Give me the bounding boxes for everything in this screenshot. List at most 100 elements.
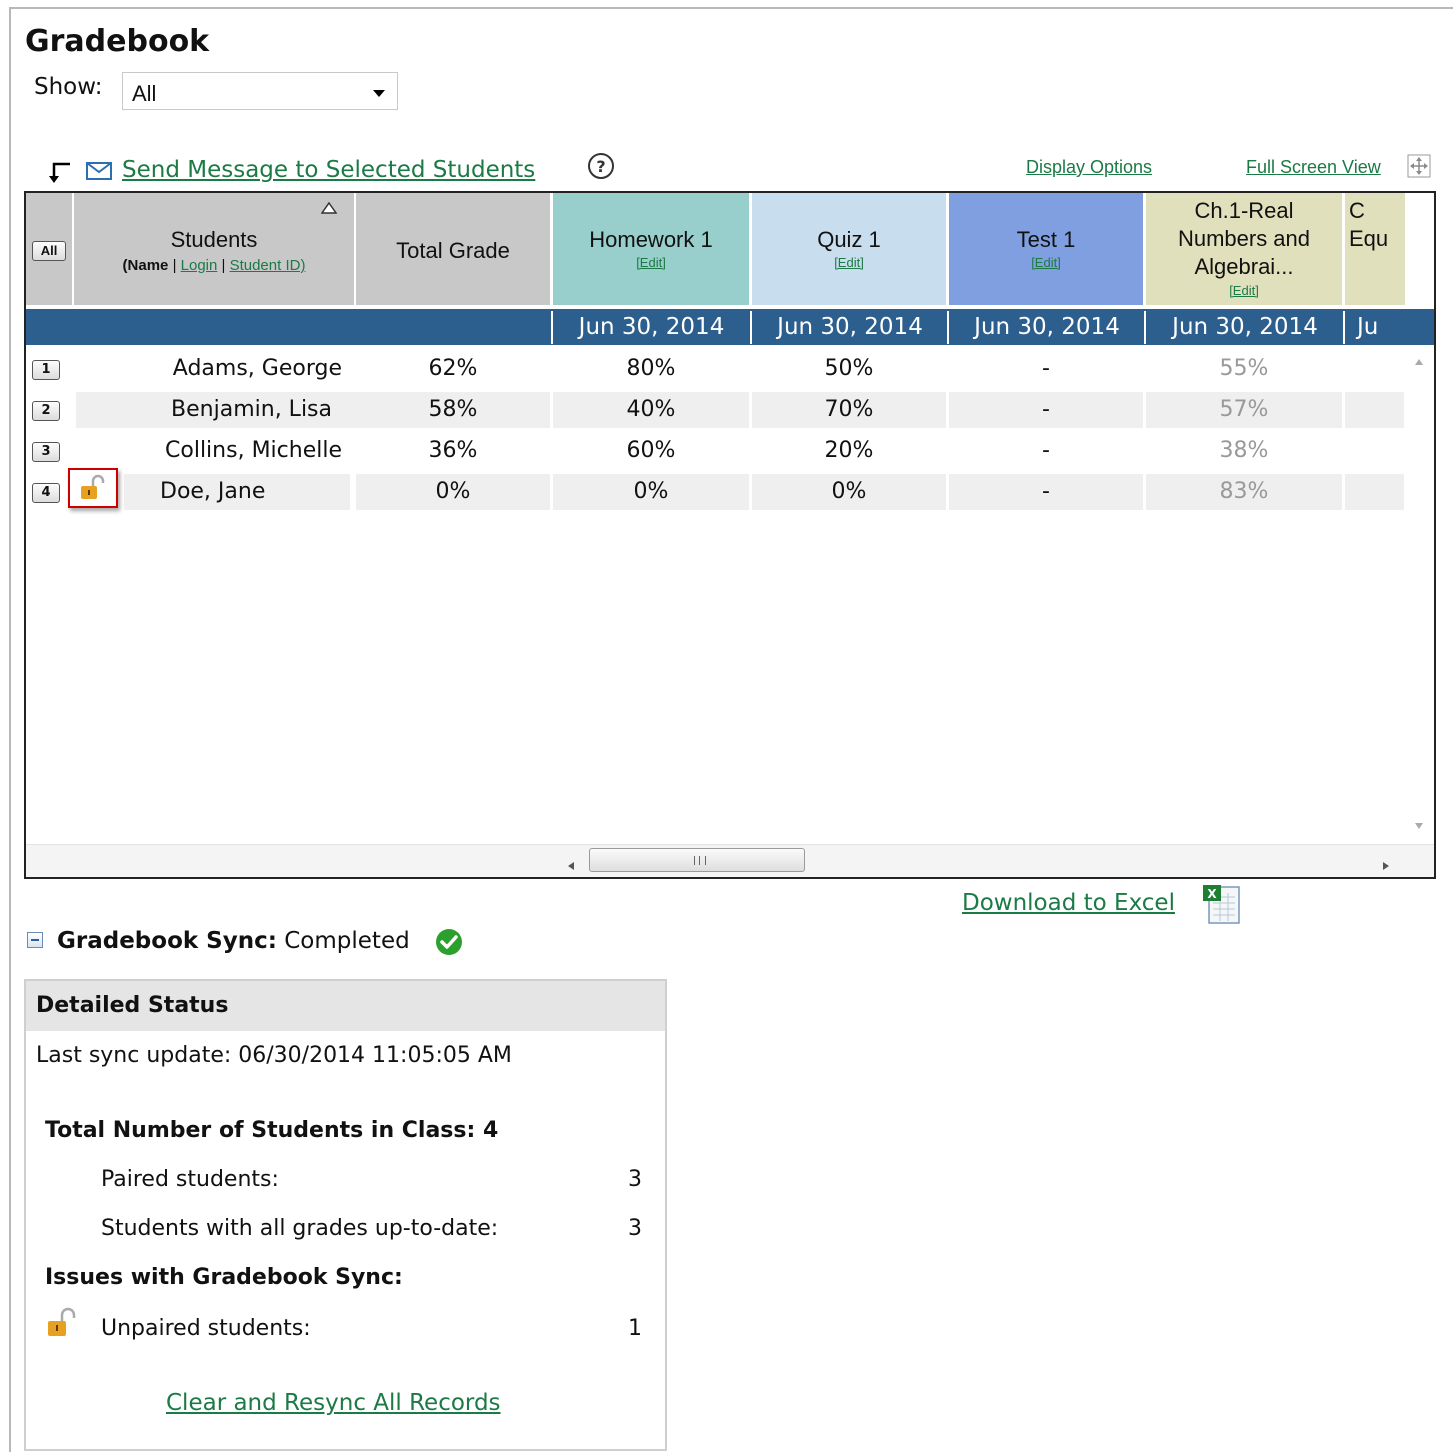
grade-cell[interactable]: 20% — [752, 433, 946, 469]
student-name[interactable]: Adams, George — [76, 351, 356, 387]
column-header-quiz1[interactable]: Quiz 1 [Edit] — [752, 193, 946, 305]
student-name[interactable]: Benjamin, Lisa — [76, 392, 356, 428]
students-header[interactable]: Students (Name | Login | Student ID) — [74, 193, 354, 305]
fullscreen-icon[interactable] — [1407, 154, 1431, 182]
grade-cell[interactable]: 55% — [1146, 351, 1342, 387]
edit-link[interactable]: [Edit] — [553, 255, 749, 270]
download-excel-link[interactable]: Download to Excel — [962, 890, 1175, 916]
table-row[interactable]: 3 Collins, Michelle 36% 60% 20% - 38% — [26, 433, 1404, 471]
column-header-homework1[interactable]: Homework 1 [Edit] — [553, 193, 749, 305]
panel-title: Detailed Status — [36, 993, 229, 1018]
student-name[interactable]: Collins, Michelle — [76, 433, 356, 469]
select-all-button[interactable]: All — [32, 241, 66, 261]
total-grade-header[interactable]: Total Grade — [356, 193, 550, 305]
total-students-text: Total Number of Students in Class: 4 — [45, 1118, 499, 1143]
unlocked-icon — [46, 1307, 80, 1343]
grade-cell[interactable]: 83% — [1146, 474, 1342, 510]
sort-by-id-link[interactable]: Student ID) — [230, 257, 306, 274]
total-grade-cell[interactable]: 0% — [356, 474, 550, 510]
grade-cell[interactable]: - — [949, 392, 1143, 428]
clear-resync-link[interactable]: Clear and Resync All Records — [166, 1390, 501, 1416]
grade-cell[interactable]: - — [949, 474, 1143, 510]
detailed-status-panel: Detailed Status Last sync update: 06/30/… — [24, 979, 667, 1451]
check-circle-icon — [434, 927, 464, 961]
table-row[interactable]: 2 Benjamin, Lisa 58% 40% 70% - 57% — [26, 392, 1405, 430]
horizontal-scrollbar[interactable] — [26, 844, 1434, 877]
grade-cell[interactable]: 57% — [1146, 392, 1342, 428]
sort-by-login-link[interactable]: Login — [181, 257, 218, 274]
grade-cell[interactable]: 60% — [553, 433, 749, 469]
show-dropdown-value: All — [132, 81, 157, 106]
show-dropdown[interactable]: All — [122, 72, 398, 110]
uptodate-value: 3 — [628, 1216, 642, 1241]
grade-cell[interactable]: 80% — [553, 351, 749, 387]
full-screen-link[interactable]: Full Screen View — [1246, 157, 1381, 178]
edit-link[interactable]: [Edit] — [1146, 283, 1342, 298]
unpaired-lock-highlight[interactable] — [68, 468, 118, 508]
svg-text:?: ? — [596, 157, 605, 176]
row-number-button[interactable]: 4 — [32, 483, 60, 503]
grade-cell[interactable]: 70% — [752, 392, 946, 428]
column-title-line2: Numbers and — [1177, 226, 1311, 251]
column-title-line3: Algebrai... — [1194, 254, 1294, 279]
column-date: Ju — [1343, 311, 1405, 344]
paired-label: Paired students: — [101, 1167, 279, 1192]
scroll-left-icon[interactable] — [567, 856, 575, 875]
edit-link[interactable]: [Edit] — [752, 255, 946, 270]
scroll-thumb[interactable] — [589, 848, 805, 872]
unpaired-label: Unpaired students: — [101, 1316, 311, 1341]
sort-by-name[interactable]: (Name — [123, 257, 169, 274]
edit-link[interactable]: [Edit] — [949, 255, 1143, 270]
scroll-down-icon[interactable] — [1414, 815, 1424, 834]
column-title: Test 1 — [1016, 227, 1076, 252]
grade-cell-partial — [1345, 392, 1405, 428]
grade-cell[interactable]: 40% — [553, 392, 749, 428]
row-number-button[interactable]: 3 — [32, 442, 60, 462]
grade-cell[interactable]: 0% — [752, 474, 946, 510]
column-date: Jun 30, 2014 — [947, 311, 1145, 344]
column-date: Jun 30, 2014 — [1144, 311, 1344, 344]
column-title-line2: Equ — [1349, 226, 1389, 251]
row-number-button[interactable]: 2 — [32, 401, 60, 421]
grade-cell-partial — [1345, 474, 1405, 510]
paired-value: 3 — [628, 1167, 642, 1192]
total-grade-header-label: Total Grade — [396, 238, 510, 263]
show-label: Show: — [34, 74, 103, 100]
column-header-test1[interactable]: Test 1 [Edit] — [949, 193, 1143, 305]
column-title-line1: C — [1349, 198, 1365, 223]
table-row[interactable]: 4 Doe, Jane 0% 0% 0% - 83% — [26, 468, 1405, 512]
students-header-label: Students — [170, 227, 258, 252]
grip-icon — [694, 856, 706, 865]
column-header-ch1[interactable]: Ch.1-Real Numbers and Algebrai... [Edit] — [1146, 193, 1342, 305]
sort-ascending-icon[interactable] — [320, 201, 338, 219]
select-all-header: All — [26, 193, 72, 305]
scroll-up-icon[interactable] — [1414, 351, 1424, 370]
collapse-icon[interactable] — [27, 932, 43, 948]
excel-file-icon[interactable]: X — [1201, 883, 1245, 929]
column-date: Jun 30, 2014 — [750, 311, 948, 344]
sync-status-line: Gradebook Sync: Completed — [57, 928, 410, 954]
column-header-ch2[interactable]: C Equ — [1345, 193, 1405, 305]
grade-cell[interactable]: - — [949, 433, 1143, 469]
total-grade-cell[interactable]: 36% — [356, 433, 550, 469]
vertical-scrollbar[interactable] — [1404, 345, 1434, 847]
header-scroll-spacer — [1406, 193, 1434, 305]
scroll-right-icon[interactable] — [1382, 856, 1390, 875]
total-grade-cell[interactable]: 62% — [356, 351, 550, 387]
gradebook-grid: All Students (Name | Login | Student ID)… — [24, 191, 1436, 879]
sync-status: Completed — [284, 928, 410, 954]
envelope-icon[interactable] — [86, 162, 112, 184]
grade-cell[interactable]: 0% — [553, 474, 749, 510]
table-row[interactable]: 1 Adams, George 62% 80% 50% - 55% — [26, 351, 1404, 389]
total-grade-cell[interactable]: 58% — [356, 392, 550, 428]
grade-cell[interactable]: 38% — [1146, 433, 1342, 469]
help-icon[interactable]: ? — [587, 152, 615, 184]
column-title-line1: Ch.1-Real — [1194, 198, 1294, 223]
send-message-link[interactable]: Send Message to Selected Students — [122, 157, 535, 183]
student-name[interactable]: Doe, Jane — [124, 474, 350, 510]
grade-cell[interactable]: 50% — [752, 351, 946, 387]
display-options-link[interactable]: Display Options — [1026, 157, 1152, 178]
grade-cell[interactable]: - — [949, 351, 1143, 387]
arrow-down-left-icon — [46, 160, 72, 190]
row-number-button[interactable]: 1 — [32, 360, 60, 380]
